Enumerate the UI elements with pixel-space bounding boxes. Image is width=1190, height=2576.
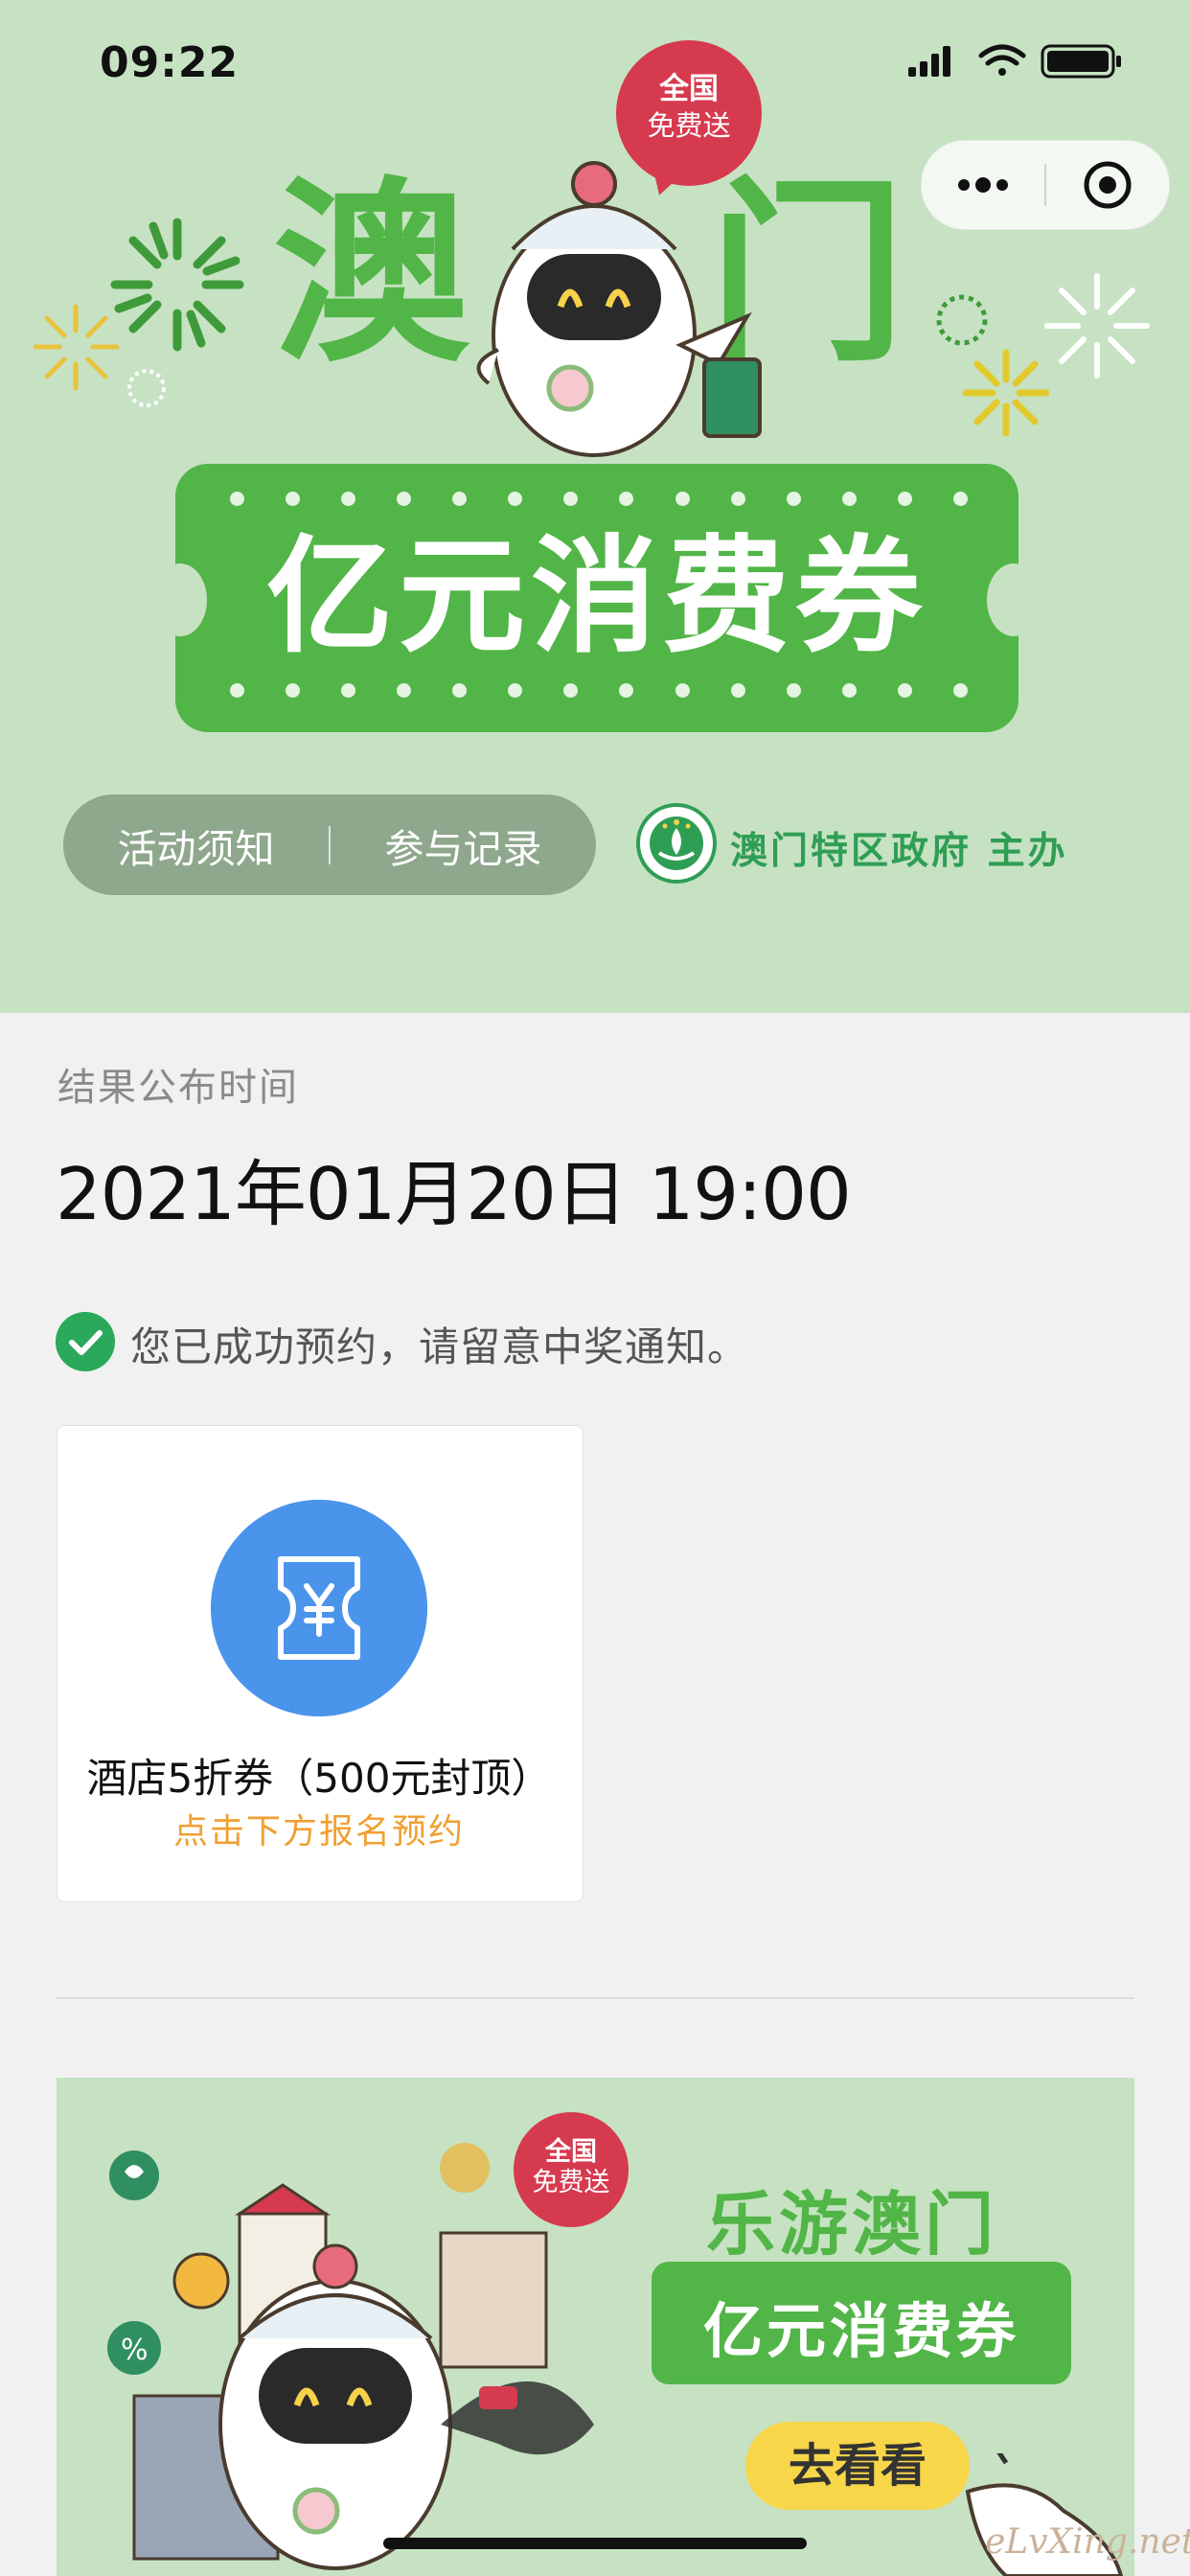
ticket-dots-bottom [230,683,968,699]
ticket-yuan-icon [211,1500,427,1716]
participation-record-link[interactable]: 参与记录 [331,816,596,874]
svg-text:%: % [121,2334,149,2367]
banner-badge-line1: 全国 [545,2137,597,2167]
coupon-name: 酒店5折券（500元封顶） [86,1755,552,1802]
firework-decoration-icon [127,369,166,407]
free-badge: 全国 免费送 [616,40,762,186]
check-icon [56,1312,115,1371]
firework-decoration-icon [33,304,120,391]
status-icons [908,44,1121,79]
hero-menu: 活动须知 参与记录 [63,794,596,895]
wifi-icon [978,44,1026,76]
badge-line1: 全国 [659,72,719,106]
banner-badge-line2: 免费送 [532,2168,610,2197]
badge-line2: 免费送 [647,109,731,142]
home-indicator [383,2538,807,2549]
go-see-button[interactable]: 去看看 [745,2422,970,2510]
ticket-dots-top [230,492,968,507]
result-time-label: 结果公布时间 [57,1066,299,1110]
battery-icon [1041,44,1121,79]
macau-emblem-icon [636,803,717,884]
coupon-hint: 点击下方报名预约 [172,1812,465,1852]
activity-notice-link[interactable]: 活动须知 [63,816,329,874]
banner-title: 乐游澳门 [706,2184,998,2265]
section-divider [57,1997,1134,1999]
banner-free-badge: 全国 免费送 [514,2112,629,2227]
watermark: eLvXing.net [985,2522,1190,2562]
firework-decoration-icon [110,218,244,352]
hero-banner: 09:22 澳门 全国 免费送 亿元消费券 活动须知 参与记录 澳门特区政府 主… [0,0,1190,1013]
success-message: 您已成功预约，请留意中奖通知。 [130,1323,749,1370]
signal-icon [908,46,950,77]
ticket-title: 亿元消费券 [266,523,927,671]
status-time: 09:22 [100,38,240,87]
mascot-illustration [476,161,762,457]
banner-ticket-title: 亿元消费券 [702,2296,1019,2366]
host-text: 澳门特区政府 主办 [730,830,1068,873]
result-time-value: 2021年01月20日 19:00 [56,1152,852,1236]
